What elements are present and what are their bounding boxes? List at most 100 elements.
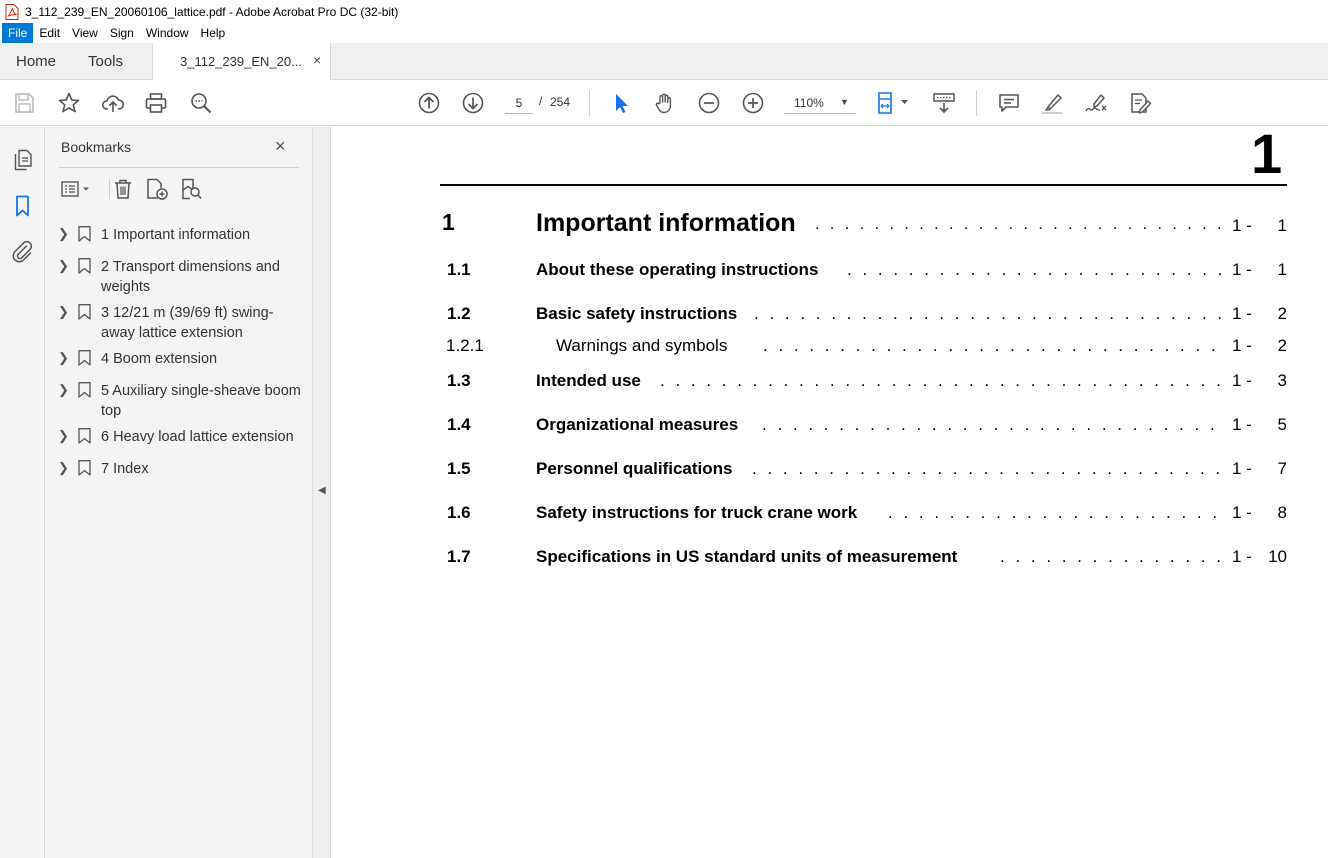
new-bookmark-icon[interactable] [145, 177, 169, 201]
toolbar-divider [976, 90, 977, 116]
bookmark-label: 5 Auxiliary single-sheave boom top [101, 383, 301, 419]
tab-document[interactable]: 3_112_239_EN_20... × [152, 43, 331, 80]
toc-number: 1.1 [447, 260, 471, 279]
bookmarks-panel-title: Bookmarks [61, 139, 132, 155]
attachments-icon[interactable] [11, 240, 35, 264]
bookmark-icon [78, 350, 91, 366]
bookmark-icon [78, 460, 91, 476]
toc-number: 1.2 [447, 304, 471, 323]
bookmarks-icon[interactable] [11, 194, 35, 218]
comment-icon[interactable] [997, 91, 1021, 115]
toc-entry[interactable]: 1.7 Specifications in US standard units … [331, 547, 1328, 575]
cloud-upload-icon[interactable] [101, 91, 125, 115]
menu-file[interactable]: File [2, 23, 34, 43]
tab-home[interactable]: Home [16, 53, 56, 70]
toc-leader: . . . . . . . . . . . . . . . . . . . . … [762, 415, 1223, 434]
toc-number: 1.7 [447, 547, 471, 566]
tab-bar: Home Tools 3_112_239_EN_20... × [0, 43, 1328, 80]
toolbar-divider [109, 179, 110, 199]
page-number-input[interactable]: 5 [505, 92, 533, 114]
page-fit-icon[interactable] [876, 91, 912, 115]
search-zoom-icon[interactable] [189, 91, 213, 115]
toc-leader: . . . . . . . . . . . . . . . . . . . . … [754, 304, 1223, 323]
tab-tools[interactable]: Tools [88, 53, 123, 70]
bookmark-options-icon[interactable] [59, 177, 95, 201]
toc-entry[interactable]: 1 Important information . . . . . . . . … [331, 209, 1328, 237]
toc-number: 1.6 [447, 503, 471, 522]
menu-window[interactable]: Window [140, 23, 195, 43]
toc-page: 2 [1277, 304, 1287, 323]
bookmark-label: 6 Heavy load lattice extension [101, 429, 294, 445]
toc-entry[interactable]: 1.4 Organizational measures . . . . . . … [331, 415, 1328, 443]
toc-leader: . . . . . . . . . . . . . . . . . . . . … [1000, 547, 1223, 566]
panel-splitter[interactable]: ◀ [313, 127, 331, 858]
tab-document-label: 3_112_239_EN_20... [180, 54, 302, 69]
chevron-right-icon[interactable]: ❯ [58, 226, 69, 242]
toc-entry[interactable]: 1.3 Intended use . . . . . . . . . . . .… [331, 371, 1328, 399]
toc-leader: . . . . . . . . . . . . . . . . . . . . … [888, 503, 1223, 522]
toc-leader: . . . . . . . . . . . . . . . . . . . . … [763, 336, 1223, 355]
toc-entry[interactable]: 1.1 About these operating instructions .… [331, 260, 1328, 288]
zoom-in-icon[interactable] [741, 91, 765, 115]
toc-number: 1 [442, 209, 455, 235]
find-bookmark-icon[interactable] [179, 177, 203, 201]
bookmark-label: 4 Boom extension [101, 351, 218, 367]
bookmark-icon [78, 428, 91, 444]
toc-page: 3 [1277, 371, 1287, 390]
chevron-right-icon[interactable]: ❯ [58, 460, 69, 476]
hand-icon[interactable] [653, 91, 677, 115]
menu-bar: File Edit View Sign Window Help [0, 23, 1328, 43]
chevron-down-icon: ▼ [840, 97, 849, 107]
sign-icon[interactable] [1084, 91, 1108, 115]
select-cursor-icon[interactable] [609, 91, 633, 115]
chevron-right-icon[interactable]: ❯ [58, 258, 69, 274]
toc-title: Important information [536, 209, 796, 237]
menu-view[interactable]: View [66, 23, 104, 43]
toc-title: About these operating instructions [536, 260, 819, 279]
toc-title: Safety instructions for truck crane work [536, 503, 858, 522]
toc-title: Personnel qualifications [536, 459, 733, 478]
chevron-right-icon[interactable]: ❯ [58, 382, 69, 398]
toc-entry[interactable]: 1.6 Safety instructions for truck crane … [331, 503, 1328, 531]
collapse-panel-icon[interactable]: ◀ [318, 485, 326, 496]
chevron-right-icon[interactable]: ❯ [58, 304, 69, 320]
bookmarks-panel: Bookmarks × ❯ 1 Important information ❯ … [45, 127, 313, 858]
chapter-rule [440, 184, 1287, 186]
chevron-right-icon[interactable]: ❯ [58, 350, 69, 366]
close-tab-icon[interactable]: × [313, 52, 321, 68]
toc-entry[interactable]: 1.2.1 Warnings and symbols . . . . . . .… [331, 336, 1328, 364]
scroll-mode-icon[interactable] [932, 91, 956, 115]
zoom-out-icon[interactable] [697, 91, 721, 115]
page-up-icon[interactable] [417, 91, 441, 115]
page-thumbnails-icon[interactable] [11, 148, 35, 172]
bookmark-icon [78, 382, 91, 398]
toc-page: 5 [1277, 415, 1287, 434]
menu-sign[interactable]: Sign [104, 23, 140, 43]
toc-page: 1 [1277, 260, 1287, 279]
bookmarks-toolbar [59, 175, 299, 203]
zoom-level-dropdown[interactable]: 110% ▼ [784, 92, 856, 114]
toc-leader: . . . . . . . . . . . . . . . . . . . . … [847, 260, 1223, 279]
bookmark-label: 3 12/21 m (39/69 ft) swing-away lattice … [101, 305, 274, 341]
toc-entry[interactable]: 1.5 Personnel qualifications . . . . . .… [331, 459, 1328, 487]
toc-page: 7 [1277, 459, 1287, 478]
close-icon[interactable]: × [275, 136, 286, 157]
toc-number: 1.5 [447, 459, 471, 478]
menu-edit[interactable]: Edit [33, 23, 66, 43]
menu-help[interactable]: Help [195, 23, 232, 43]
star-icon[interactable] [57, 91, 81, 115]
page-down-icon[interactable] [461, 91, 485, 115]
chevron-right-icon[interactable]: ❯ [58, 428, 69, 444]
toc-leader: . . . . . . . . . . . . . . . . . . . . … [660, 371, 1223, 390]
zoom-value: 110% [794, 96, 824, 110]
fill-sign-icon[interactable] [1128, 91, 1152, 115]
highlight-icon[interactable] [1040, 91, 1064, 115]
bookmark-label: 1 Important information [101, 227, 251, 243]
toc-entry[interactable]: 1.2 Basic safety instructions . . . . . … [331, 304, 1328, 332]
delete-bookmark-icon[interactable] [111, 177, 135, 201]
toc-title: Intended use [536, 371, 641, 390]
print-icon[interactable] [144, 91, 168, 115]
save-icon[interactable] [12, 91, 36, 115]
toc-page: 10 [1268, 547, 1287, 566]
page-separator: / [539, 94, 543, 108]
